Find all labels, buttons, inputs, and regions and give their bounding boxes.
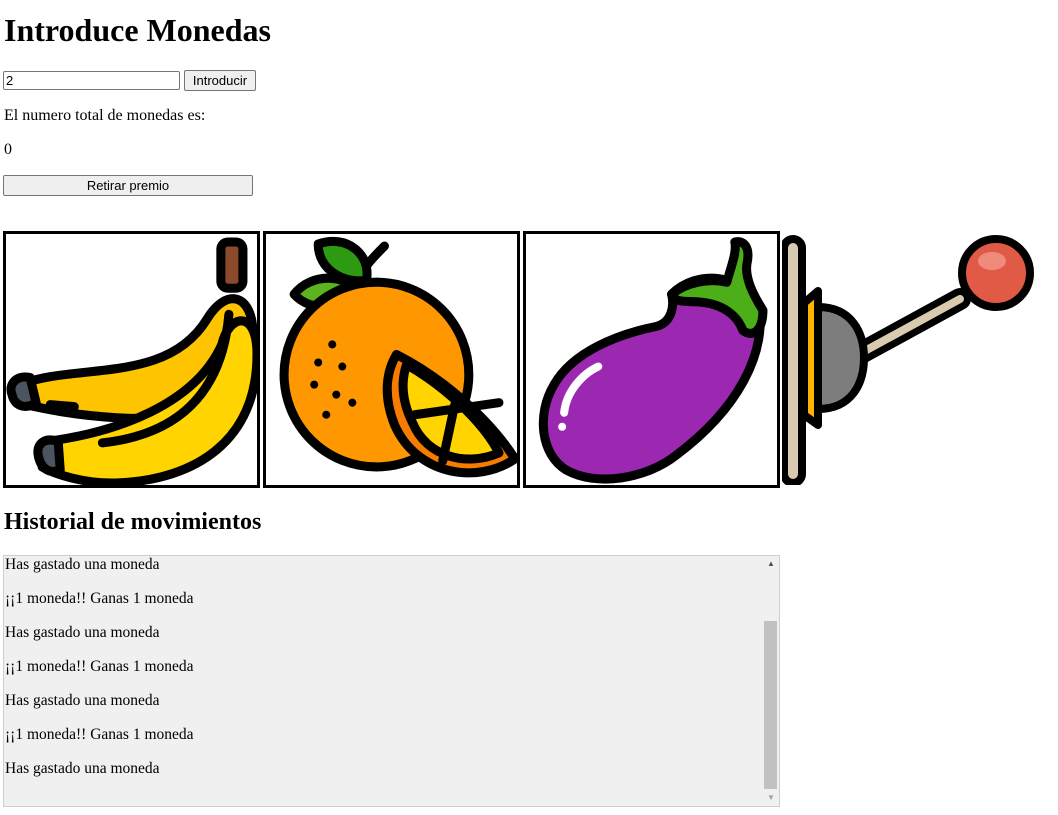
retirar-premio-button[interactable]: Retirar premio xyxy=(3,175,253,196)
coin-input[interactable] xyxy=(3,71,180,90)
introducir-button[interactable]: Introducir xyxy=(184,70,256,91)
scroll-down-arrow-icon[interactable]: ▼ xyxy=(763,790,779,806)
history-scrollbar[interactable]: ▲ ▼ xyxy=(763,556,779,806)
history-item: Has gastado una moneda xyxy=(5,556,160,573)
history-item: ¡¡1 moneda!! Ganas 1 moneda xyxy=(5,590,194,607)
total-coins-label: El numero total de monedas es: xyxy=(4,107,206,124)
slot-lever[interactable] xyxy=(782,233,1034,485)
history-panel[interactable]: Has gastado una moneda ¡¡1 moneda!! Gana… xyxy=(3,555,780,807)
scroll-thumb[interactable] xyxy=(764,621,777,789)
total-coins-value: 0 xyxy=(4,141,12,158)
history-item: ¡¡1 moneda!! Ganas 1 moneda xyxy=(5,658,194,675)
scroll-up-arrow-icon[interactable]: ▲ xyxy=(763,556,779,572)
history-item: Has gastado una moneda xyxy=(5,692,160,709)
orange-icon xyxy=(279,236,517,478)
history-title: Historial de movimientos xyxy=(4,509,262,535)
history-list: Has gastado una moneda ¡¡1 moneda!! Gana… xyxy=(4,556,763,786)
reel-2 xyxy=(263,231,520,488)
coin-form: Introducir xyxy=(3,70,256,91)
page-title: Introduce Monedas xyxy=(4,12,271,48)
history-item: Has gastado una moneda xyxy=(5,760,160,777)
reel-1 xyxy=(3,231,260,488)
reel-3 xyxy=(523,231,780,488)
banana-icon xyxy=(6,237,257,485)
history-item: Has gastado una moneda xyxy=(5,624,160,641)
history-item: ¡¡1 moneda!! Ganas 1 moneda xyxy=(5,726,194,743)
eggplant-icon xyxy=(538,237,768,484)
slot-lever-icon xyxy=(782,235,1034,485)
